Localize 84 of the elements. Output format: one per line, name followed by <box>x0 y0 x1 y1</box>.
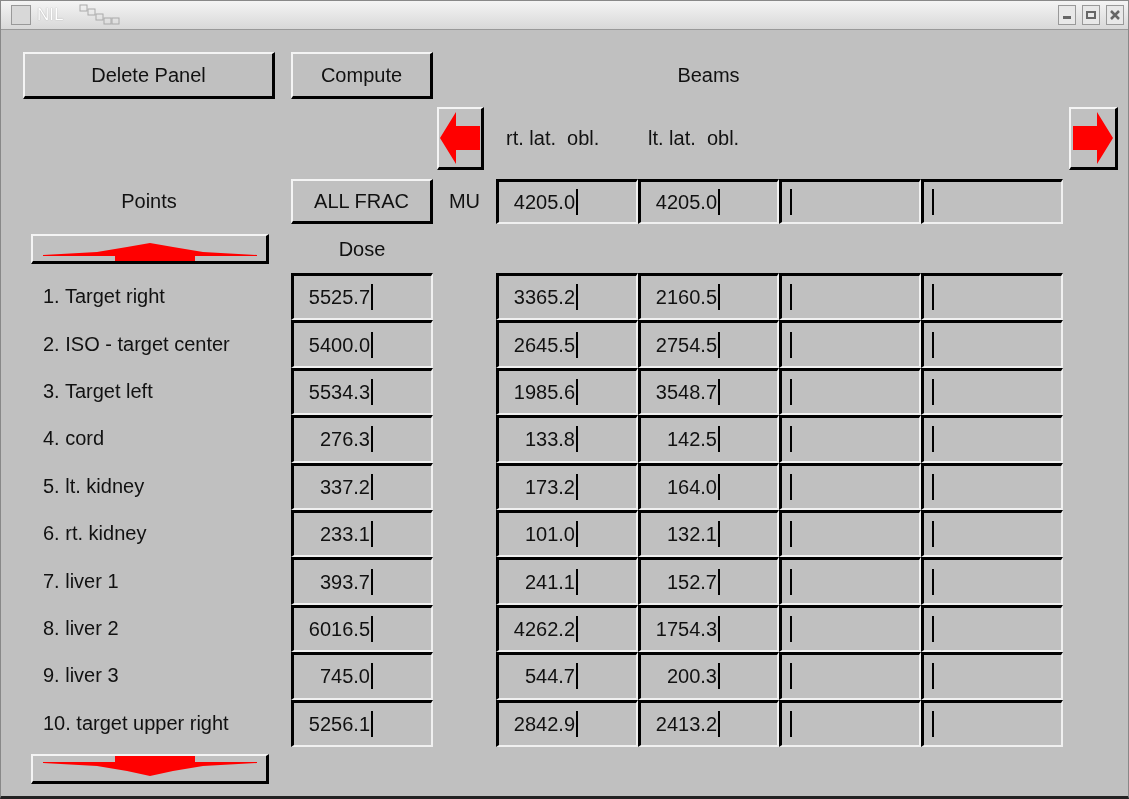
mu-field[interactable]: 4205.0 <box>638 179 779 224</box>
point-label: 9. liver 3 <box>42 664 120 688</box>
next-beams-button[interactable] <box>1069 107 1118 170</box>
beam-dose-field[interactable] <box>921 320 1063 368</box>
dose-label: Dose <box>338 237 386 261</box>
point-label: 10. target upper right <box>42 711 230 735</box>
beam-dose-field[interactable] <box>921 652 1063 700</box>
dose-field[interactable]: 276.3 <box>291 415 433 463</box>
dose-field[interactable]: 5400.0 <box>291 320 433 368</box>
right-arrow-icon <box>1073 110 1113 166</box>
beam-dose-field[interactable]: 241.1 <box>496 557 638 605</box>
beam-dose-field[interactable] <box>921 699 1063 747</box>
mu-label: MU <box>448 190 481 213</box>
minimize-button[interactable] <box>1058 5 1076 25</box>
beam-dose-field[interactable] <box>921 273 1063 321</box>
beam-name: rt. lat. obl. <box>505 127 601 150</box>
dose-field[interactable]: 5534.3 <box>291 367 433 416</box>
beam-dose-field[interactable]: 142.5 <box>638 415 779 463</box>
dose-field[interactable]: 337.2 <box>291 462 433 510</box>
point-label: 3. Target left <box>42 379 154 403</box>
point-label: 1. Target right <box>42 285 166 309</box>
dose-field[interactable]: 233.1 <box>291 509 433 558</box>
scroll-down-button[interactable] <box>31 753 269 784</box>
all-frac-button[interactable]: ALL FRAC <box>291 179 433 224</box>
beams-label: Beams <box>677 64 740 87</box>
beam-dose-field[interactable]: 1754.3 <box>638 604 779 653</box>
beam-dose-field[interactable] <box>921 462 1063 510</box>
point-label: 7. liver 1 <box>42 569 120 593</box>
mu-field[interactable]: 4205.0 <box>496 179 638 224</box>
close-icon <box>1110 10 1120 20</box>
left-arrow-icon <box>440 110 480 166</box>
mu-field[interactable] <box>921 179 1063 224</box>
beam-dose-field[interactable]: 132.1 <box>638 509 779 558</box>
beam-dose-field[interactable] <box>779 557 921 605</box>
points-label: Points <box>121 190 177 213</box>
previous-beams-button[interactable] <box>437 107 484 170</box>
compute-button[interactable]: Compute <box>291 52 433 99</box>
beam-dose-field[interactable]: 164.0 <box>638 462 779 510</box>
beam-dose-field[interactable] <box>779 652 921 700</box>
beam-dose-field[interactable]: 2645.5 <box>496 320 638 368</box>
dose-field[interactable]: 6016.5 <box>291 604 433 653</box>
beam-dose-field[interactable]: 152.7 <box>638 557 779 605</box>
dose-field[interactable]: 745.0 <box>291 652 433 700</box>
beam-dose-field[interactable] <box>779 509 921 558</box>
beam-dose-field[interactable] <box>779 699 921 747</box>
dose-field[interactable]: 5256.1 <box>291 699 433 747</box>
beam-dose-field[interactable] <box>779 604 921 653</box>
beam-dose-field[interactable] <box>779 462 921 510</box>
point-label: 2. ISO - target center <box>42 332 231 356</box>
beam-dose-field[interactable] <box>921 509 1063 558</box>
beam-dose-field[interactable]: 2842.9 <box>496 699 638 747</box>
beam-dose-field[interactable] <box>779 415 921 463</box>
point-label: 8. liver 2 <box>42 616 120 640</box>
beam-dose-field[interactable] <box>779 367 921 416</box>
delete-panel-button[interactable]: Delete Panel <box>23 52 275 99</box>
beam-dose-field[interactable]: 2413.2 <box>638 699 779 747</box>
beam-dose-field[interactable] <box>779 273 921 321</box>
point-label: 5. lt. kidney <box>42 474 146 498</box>
beam-dose-field[interactable]: 1985.6 <box>496 367 638 416</box>
beam-dose-field[interactable] <box>779 320 921 368</box>
beam-name: lt. lat. obl. <box>647 127 741 150</box>
beam-dose-field[interactable]: 4262.2 <box>496 604 638 653</box>
beam-dose-field[interactable] <box>921 604 1063 653</box>
beam-dose-field[interactable]: 200.3 <box>638 652 779 700</box>
point-label: 4. cord <box>42 427 106 451</box>
scroll-up-button[interactable] <box>31 234 269 264</box>
beam-dose-field[interactable]: 3548.7 <box>638 367 779 416</box>
maximize-button[interactable] <box>1082 5 1100 25</box>
dose-field[interactable]: 393.7 <box>291 557 433 605</box>
mu-field[interactable] <box>779 179 921 224</box>
beam-dose-field[interactable]: 2160.5 <box>638 273 779 321</box>
beam-dose-field[interactable]: 173.2 <box>496 462 638 510</box>
beam-dose-field[interactable] <box>921 415 1063 463</box>
beam-dose-field[interactable]: 544.7 <box>496 652 638 700</box>
maximize-icon <box>1086 10 1096 20</box>
beam-dose-field[interactable]: 133.8 <box>496 415 638 463</box>
close-button[interactable] <box>1106 5 1124 25</box>
dose-field[interactable]: 5525.7 <box>291 273 433 321</box>
beam-dose-field[interactable] <box>921 367 1063 416</box>
point-label: 6. rt. kidney <box>42 522 148 546</box>
beam-dose-field[interactable]: 101.0 <box>496 509 638 558</box>
beam-dose-field[interactable] <box>921 557 1063 605</box>
beam-dose-field[interactable]: 2754.5 <box>638 320 779 368</box>
beam-dose-field[interactable]: 3365.2 <box>496 273 638 321</box>
